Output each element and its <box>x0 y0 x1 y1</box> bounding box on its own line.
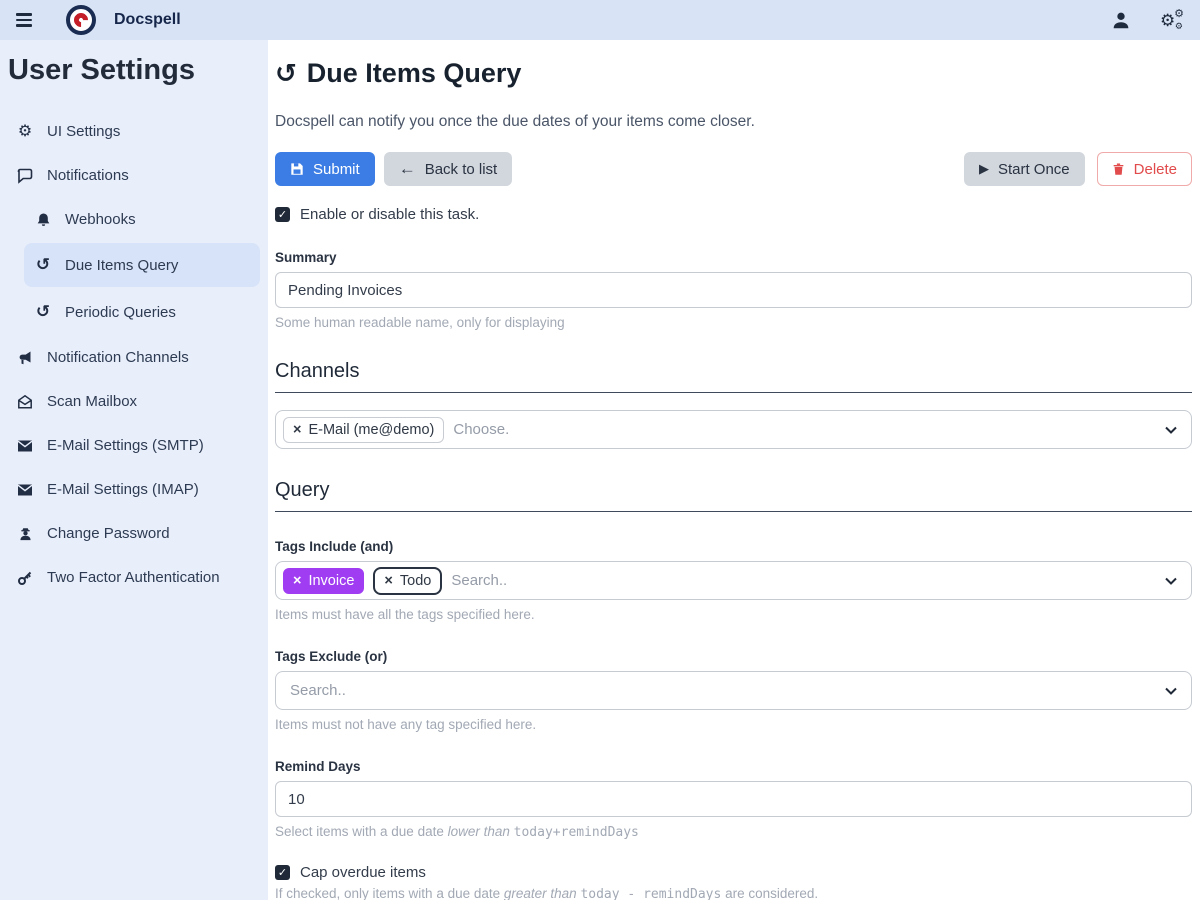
sidebar-item-ui-settings[interactable]: ⚙ UI Settings <box>6 111 260 152</box>
top-navbar: Docspell ⚙⚙⚙ <box>0 0 1200 40</box>
page-description: Docspell can notify you once the due dat… <box>275 113 1192 131</box>
bell-icon <box>34 212 52 228</box>
history-icon: ↺ <box>34 302 52 322</box>
channels-heading: Channels <box>275 360 1192 393</box>
tags-exclude-placeholder: Search.. <box>290 682 346 699</box>
cap-overdue-help: If checked, only items with a due date g… <box>275 886 1192 900</box>
chevron-down-icon <box>1165 426 1177 434</box>
summary-input[interactable] <box>275 272 1192 308</box>
sidebar-item-label: Due Items Query <box>65 257 178 274</box>
start-once-button[interactable]: ▶ Start Once <box>964 152 1085 186</box>
tags-include-select[interactable]: × Invoice × Todo Search.. <box>275 561 1192 600</box>
tags-include-help: Items must have all the tags specified h… <box>275 607 1192 622</box>
gears-icon[interactable]: ⚙⚙⚙ <box>1160 12 1184 29</box>
main-content: ↺ Due Items Query Docspell can notify yo… <box>268 40 1200 900</box>
back-button-label: Back to list <box>425 161 498 178</box>
close-icon[interactable]: × <box>384 573 392 589</box>
tags-exclude-help: Items must not have any tag specified he… <box>275 717 1192 732</box>
submit-button[interactable]: Submit <box>275 152 375 186</box>
envelope-open-icon <box>16 394 34 410</box>
tag-chip-label: Invoice <box>308 573 354 589</box>
enable-task-checkbox[interactable]: ✓ <box>275 207 290 222</box>
sidebar-item-label: Periodic Queries <box>65 304 176 321</box>
page-title-text: Due Items Query <box>307 58 522 89</box>
enable-task-label: Enable or disable this task. <box>300 206 479 223</box>
cap-overdue-row: ✓ Cap overdue items <box>275 864 1192 881</box>
sidebar-item-notifications[interactable]: Notifications <box>6 155 260 196</box>
delete-button-label: Delete <box>1134 161 1177 178</box>
remind-days-help: Select items with a due date lower than … <box>275 824 1192 840</box>
sidebar-item-two-factor[interactable]: Two Factor Authentication <box>6 557 260 598</box>
sidebar-item-label: Scan Mailbox <box>47 393 137 410</box>
channel-chip-label: E-Mail (me@demo) <box>308 422 434 438</box>
sidebar-title: User Settings <box>8 54 260 87</box>
brand-title[interactable]: Docspell <box>114 11 181 29</box>
channel-chip: × E-Mail (me@demo) <box>283 417 444 443</box>
sidebar-item-email-imap[interactable]: E-Mail Settings (IMAP) <box>6 469 260 510</box>
tags-include-placeholder: Search.. <box>451 572 507 589</box>
sidebar-item-label: Webhooks <box>65 211 136 228</box>
sidebar-item-scan-mailbox[interactable]: Scan Mailbox <box>6 381 260 422</box>
sidebar-item-label: UI Settings <box>47 123 120 140</box>
sidebar-item-label: E-Mail Settings (IMAP) <box>47 481 199 498</box>
hamburger-menu-icon[interactable] <box>16 13 32 27</box>
tags-include-label: Tags Include (and) <box>275 539 1192 554</box>
sidebar-item-change-password[interactable]: Change Password <box>6 513 260 554</box>
sidebar-item-notification-channels[interactable]: Notification Channels <box>6 337 260 378</box>
sidebar-item-label: Change Password <box>47 525 170 542</box>
back-to-list-button[interactable]: ← Back to list <box>384 152 513 186</box>
bullhorn-icon <box>16 350 34 366</box>
start-once-label: Start Once <box>998 161 1070 178</box>
sidebar-item-due-items-query[interactable]: ↺ Due Items Query <box>24 243 260 287</box>
save-icon <box>290 162 304 176</box>
sidebar-item-label: Two Factor Authentication <box>47 569 220 586</box>
channels-select[interactable]: × E-Mail (me@demo) Choose. <box>275 410 1192 449</box>
sidebar-item-label: Notifications <box>47 167 129 184</box>
gear-icon: ⚙ <box>16 124 34 140</box>
delete-button[interactable]: Delete <box>1097 152 1192 186</box>
user-icon[interactable] <box>1110 9 1132 31</box>
comment-icon <box>16 168 34 184</box>
remind-days-label: Remind Days <box>275 759 1192 774</box>
enable-task-row: ✓ Enable or disable this task. <box>275 206 1192 223</box>
sidebar-item-webhooks[interactable]: Webhooks <box>24 199 260 240</box>
sidebar-item-label: Notification Channels <box>47 349 189 366</box>
history-icon: ↺ <box>275 58 297 89</box>
close-icon[interactable]: × <box>293 573 301 589</box>
cap-overdue-label: Cap overdue items <box>300 864 426 881</box>
sidebar: User Settings ⚙ UI Settings Notification… <box>0 40 268 900</box>
chevron-down-icon <box>1165 577 1177 585</box>
tags-exclude-select[interactable]: Search.. <box>275 671 1192 710</box>
remind-days-input[interactable] <box>275 781 1192 817</box>
page-title: ↺ Due Items Query <box>275 58 1192 89</box>
summary-help: Some human readable name, only for displ… <box>275 315 1192 330</box>
submit-button-label: Submit <box>313 161 360 178</box>
tag-chip-invoice: × Invoice <box>283 568 364 594</box>
summary-label: Summary <box>275 250 1192 265</box>
tag-chip-todo: × Todo <box>373 567 442 595</box>
arrow-left-icon: ← <box>399 159 416 179</box>
sidebar-item-email-smtp[interactable]: E-Mail Settings (SMTP) <box>6 425 260 466</box>
tag-chip-label: Todo <box>400 573 431 589</box>
query-heading: Query <box>275 479 1192 512</box>
tags-exclude-label: Tags Exclude (or) <box>275 649 1192 664</box>
cap-overdue-checkbox[interactable]: ✓ <box>275 865 290 880</box>
sidebar-item-label: E-Mail Settings (SMTP) <box>47 437 204 454</box>
chevron-down-icon <box>1165 687 1177 695</box>
envelope-icon <box>16 439 34 453</box>
history-icon: ↺ <box>34 255 52 275</box>
play-icon: ▶ <box>979 161 989 177</box>
key-icon <box>16 570 34 586</box>
sidebar-item-periodic-queries[interactable]: ↺ Periodic Queries <box>24 290 260 334</box>
trash-icon <box>1112 162 1125 176</box>
docspell-logo[interactable] <box>66 5 96 35</box>
channels-placeholder: Choose. <box>453 421 509 438</box>
user-secret-icon <box>16 526 34 542</box>
envelope-icon <box>16 483 34 497</box>
close-icon[interactable]: × <box>293 422 301 438</box>
action-button-row: Submit ← Back to list ▶ Start Once <box>275 152 1192 186</box>
